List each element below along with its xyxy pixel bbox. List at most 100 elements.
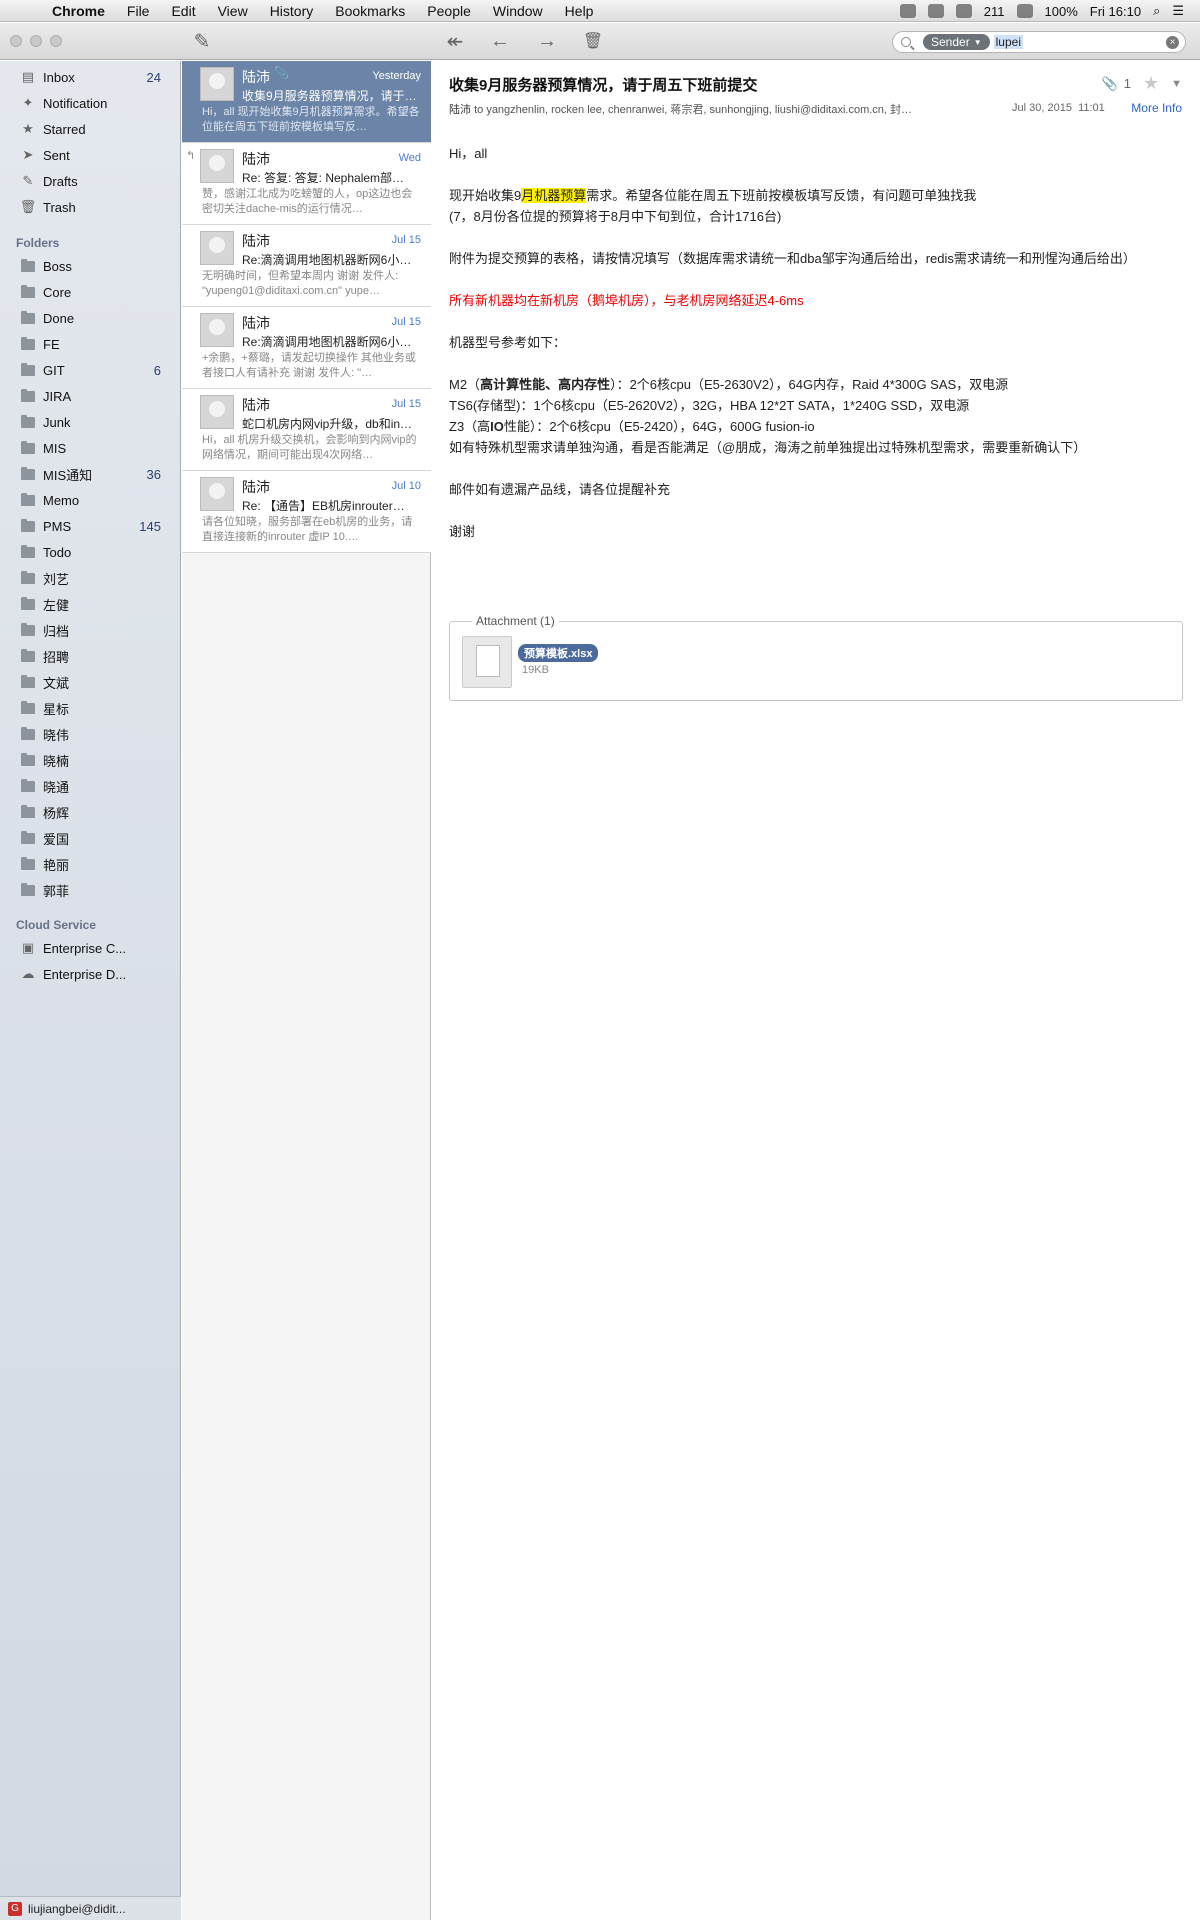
status-badge[interactable]: 211 <box>984 4 1005 19</box>
battery-percent[interactable]: 100% <box>1045 4 1078 19</box>
minimize-window-button[interactable] <box>30 35 42 47</box>
message-date: Yesterday <box>372 70 421 82</box>
message-preview: +余鹏，+蔡璐，请发起切换操作 其他业务或者接口人有请补充 谢谢 发件人: "… <box>202 352 416 379</box>
folder-icon <box>21 492 35 506</box>
attachment-count[interactable]: 1 <box>1124 76 1131 91</box>
to-label: to <box>474 104 484 116</box>
sidebar-item-folder[interactable]: JIRA <box>0 385 181 407</box>
compose-icon[interactable]: ✎ <box>190 30 214 53</box>
sidebar-item-folder[interactable]: Core <box>0 281 181 303</box>
message-row[interactable]: 陆沛 Jul 15 蛇口机房内网vip升级，db和in… Hi，all 机房升级… <box>182 389 431 471</box>
sidebar-item-folder[interactable]: 晓通 <box>0 775 181 797</box>
sidebar-item-folder[interactable]: Junk <box>0 411 181 433</box>
search-scope-token[interactable]: Sender ▼ <box>923 34 990 50</box>
sidebar-item-label: GIT <box>43 362 65 378</box>
sidebar-item-folder[interactable]: GIT 6 <box>0 359 181 381</box>
wifi-icon[interactable] <box>1016 4 1033 18</box>
file-icon[interactable] <box>462 636 512 688</box>
message-row[interactable]: 陆沛 Jul 15 Re:滴滴调用地图机器断网6小… 无明确时间，但希望本周内 … <box>182 225 431 307</box>
chevron-down-icon[interactable]: ▼ <box>1171 78 1182 90</box>
account-switcher[interactable]: G liujiangbei@didit... <box>0 1896 181 1920</box>
sidebar-item-trash[interactable]: 🗑 Trash <box>0 196 181 218</box>
sidebar-item-folder[interactable]: 刘艺 <box>0 567 181 589</box>
sidebar-item-folder[interactable]: PMS 145 <box>0 515 181 537</box>
sidebar-item-cloud[interactable]: ☁ Enterprise D... <box>0 963 181 985</box>
sidebar-item-sent[interactable]: ➤ Sent <box>0 144 181 166</box>
zoom-window-button[interactable] <box>50 35 62 47</box>
menu-bookmarks[interactable]: Bookmarks <box>335 3 405 19</box>
sidebar-item-folder[interactable]: 招聘 <box>0 645 181 667</box>
search-input[interactable]: lupei <box>993 35 1023 49</box>
sidebar-item-label: JIRA <box>43 388 72 404</box>
folder-icon <box>21 570 35 584</box>
clear-search-icon[interactable]: × <box>1166 36 1179 49</box>
menu-window[interactable]: Window <box>493 3 543 19</box>
menu-app-name[interactable]: Chrome <box>52 3 105 19</box>
more-info-link[interactable]: More Info <box>1131 101 1182 115</box>
sidebar-item-cloud[interactable]: ▣ Enterprise C... <box>0 937 181 959</box>
notification-center-icon[interactable]: ☰ <box>1172 3 1184 19</box>
menu-help[interactable]: Help <box>565 3 594 19</box>
message-row[interactable]: 陆沛 📎 Yesterday 收集9月服务器预算情况，请于… Hi，all 现开… <box>182 61 431 143</box>
sidebar-item-folder[interactable]: Todo <box>0 541 181 563</box>
message-sender: 陆沛 <box>242 397 270 413</box>
sidebar-item-folder[interactable]: Memo <box>0 489 181 511</box>
sidebar-item-label: MIS <box>43 440 67 456</box>
status-app-icon[interactable] <box>899 4 916 18</box>
email-date: Jul 30, 2015 <box>1012 102 1072 114</box>
sidebar-item-label: 文斌 <box>43 675 70 691</box>
email-from-line: 陆沛 to yangzhenlin, rocken lee, chenranwe… <box>449 101 999 117</box>
sidebar-item-folder[interactable]: 左健 <box>0 593 181 615</box>
reply-icon[interactable]: ← <box>487 30 513 52</box>
trash-icon[interactable]: 🗑 <box>580 30 606 52</box>
star-icon[interactable]: ★ <box>1143 73 1159 94</box>
sidebar-item-folder[interactable]: FE <box>0 333 181 355</box>
sidebar-item-starred[interactable]: ★ Starred <box>0 118 181 140</box>
forward-icon[interactable]: → <box>534 30 560 52</box>
email-time: 11:01 <box>1078 102 1105 114</box>
sidebar-item-folder[interactable]: 星标 <box>0 697 181 719</box>
paperclip-icon: 📎 <box>274 66 289 80</box>
menu-file[interactable]: File <box>127 3 150 19</box>
reply-all-icon[interactable]: ↞ <box>440 30 470 53</box>
sidebar-item-folder[interactable]: 杨辉 <box>0 801 181 823</box>
sidebar-item-folder[interactable]: Boss <box>0 255 181 277</box>
sidebar-item-folder[interactable]: MIS <box>0 437 181 459</box>
sidebar-item-folder[interactable]: 艳丽 <box>0 853 181 875</box>
menu-edit[interactable]: Edit <box>171 3 195 19</box>
cloud-drive-icon: ▣ <box>21 940 35 955</box>
message-row[interactable]: ↰ 陆沛 Wed Re: 答复: 答复: Nephalem部… 赞，感谢江北成为… <box>182 143 431 225</box>
sidebar-item-folder[interactable]: Done <box>0 307 181 329</box>
sidebar-item-folder[interactable]: MIS通知 36 <box>0 463 181 485</box>
folder-icon <box>21 648 35 662</box>
sidebar-item-folder[interactable]: 晓伟 <box>0 723 181 745</box>
email-sender[interactable]: 陆沛 <box>449 104 471 116</box>
message-row[interactable]: 陆沛 Jul 10 Re: 【通告】EB机房inrouter… 请各位知晓，服务… <box>182 471 431 553</box>
attachment-filename[interactable]: 预算模板.xlsx <box>518 644 599 662</box>
paperclip-icon[interactable]: 📎 <box>1102 76 1118 92</box>
clock[interactable]: Fri 16:10 <box>1090 4 1141 19</box>
menu-history[interactable]: History <box>270 3 314 19</box>
trash-icon: 🗑 <box>19 199 37 214</box>
status-app-icon[interactable] <box>927 4 944 18</box>
sidebar-item-drafts[interactable]: ✎ Drafts <box>0 170 181 192</box>
sidebar-item-folder[interactable]: 爱国 <box>0 827 181 849</box>
status-app-icon[interactable] <box>955 4 972 18</box>
sidebar-item-notification[interactable]: ✦ Notification <box>0 92 181 114</box>
sidebar-item-folder[interactable]: 文斌 <box>0 671 181 693</box>
red-notice: 所有新机器均在新机房（鹅埠机房），与老机房网络延迟4-6ms <box>449 293 804 308</box>
spotlight-icon[interactable]: ⌕ <box>1153 3 1160 19</box>
sidebar-item-label: 郭菲 <box>43 883 70 899</box>
sidebar-item-inbox[interactable]: ▤ Inbox 24 <box>0 66 181 88</box>
sidebar-item-folder[interactable]: 郭菲 <box>0 879 181 901</box>
close-window-button[interactable] <box>10 35 22 47</box>
sidebar-item-folder[interactable]: 归档 <box>0 619 181 641</box>
menu-view[interactable]: View <box>218 3 248 19</box>
message-row[interactable]: 陆沛 Jul 15 Re:滴滴调用地图机器断网6小… +余鹏，+蔡璐，请发起切换… <box>182 307 431 389</box>
message-subject: Re:滴滴调用地图机器断网6小… <box>242 253 412 267</box>
sidebar-item-label: Done <box>43 310 75 326</box>
sidebar-item-folder[interactable]: 晓楠 <box>0 749 181 771</box>
search-field[interactable]: Sender ▼ lupei × <box>892 31 1186 53</box>
email-recipients[interactable]: yangzhenlin, rocken lee, chenranwei, 蒋宗君… <box>486 104 912 116</box>
menu-people[interactable]: People <box>427 3 471 19</box>
